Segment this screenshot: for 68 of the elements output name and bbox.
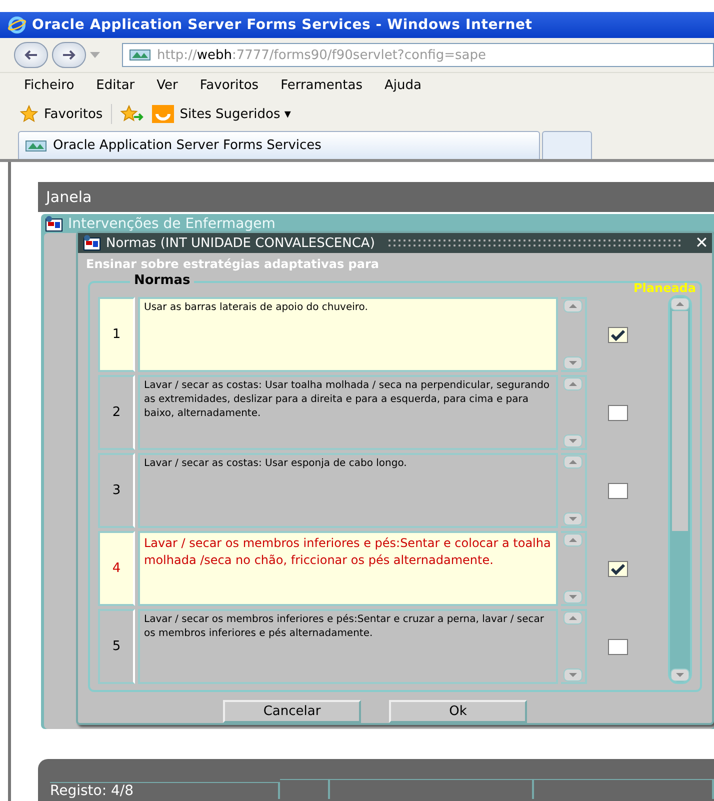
menu-item[interactable]: Favoritos [200,78,259,93]
scroll-down-icon[interactable] [670,668,690,682]
favorites-button[interactable]: Favoritos [20,105,103,123]
menu-item[interactable]: Ficheiro [24,78,74,93]
checkbox[interactable] [608,638,628,654]
row-number: 1 [98,297,135,372]
ok-button[interactable]: Ok [389,700,527,723]
address-field[interactable]: http://webh:7777/forms90/f90servlet?config=sape [122,43,714,67]
menu-item[interactable]: Ferramentas [280,78,363,93]
scroll-up-icon[interactable] [561,455,585,469]
forward-button[interactable] [52,42,86,68]
form-icon [82,235,102,251]
scrollbar[interactable] [561,297,587,372]
row-number: 2 [98,375,135,450]
row-number: 5 [98,609,135,684]
server-icon [25,138,47,152]
scrollbar[interactable] [561,531,587,606]
back-arrow-icon [23,49,39,61]
menu-item[interactable]: Ajuda [384,78,422,93]
cancel-button[interactable]: Cancelar [223,700,361,723]
status-field [280,779,330,799]
scroll-up-icon[interactable] [561,377,585,391]
scroll-down-icon[interactable] [561,434,585,448]
text-field[interactable]: Lavar / secar as costas: Usar toalha molhada / seca na perpendicular, segurando as extremidades, deslizar para a direita e para a esquerda, para cima e para baixo, alternadamente. [138,375,558,450]
checkbox[interactable] [608,482,628,498]
menu-item[interactable]: Janela [38,182,714,212]
scrollbar[interactable] [561,609,587,684]
back-button[interactable] [14,42,48,68]
server-icon [129,48,151,62]
scroll-up-icon[interactable] [561,611,585,625]
status-text: Registo: 4/8 [50,782,280,799]
scroll-up-icon[interactable] [670,297,690,311]
scroll-down-icon[interactable] [561,512,585,526]
web-slice-icon [152,105,174,123]
column-header: Planeada [634,281,696,295]
scroll-down-icon[interactable] [561,668,585,682]
dialog-subtitle: Ensinar sobre estratégias adaptativas para [85,256,380,271]
window-title: Oracle Application Server Forms Services - Windows Internet [0,12,714,38]
checkbox[interactable] [608,404,628,420]
form-icon [44,216,64,232]
browser-icon [8,16,26,34]
row-number: 4 [98,531,135,606]
text-field[interactable]: Usar as barras laterais de apoio do chuveiro. [138,297,558,372]
scrollbar[interactable] [668,295,692,684]
menu-item[interactable]: Editar [96,78,135,93]
scroll-up-icon[interactable] [561,533,585,547]
scroll-down-icon[interactable] [561,356,585,370]
scrollbar[interactable] [561,453,587,528]
suggested-sites-button[interactable]: Sites Sugeridos ▾ [152,105,291,123]
close-button[interactable]: ✕ [695,233,708,253]
add-favorite-icon[interactable] [120,105,144,123]
form-window-title: Intervenções de Enfermagem [68,216,276,232]
text-field[interactable]: Lavar / secar as costas: Usar esponja de cabo longo. [138,453,558,528]
forward-arrow-icon [61,49,77,61]
scrollbar[interactable] [561,375,587,450]
scroll-down-icon[interactable] [561,590,585,604]
star-icon [20,105,38,123]
dropdown-icon[interactable] [90,52,100,58]
scroll-up-icon[interactable] [561,299,585,313]
browser-tab[interactable] [542,131,592,159]
text-field[interactable]: Lavar / secar os membros inferiores e pés:Sentar e cruzar a perna, lavar / secar os membros inferiores e pés alternadamente. [138,609,558,684]
dialog-title: Normas (INT UNIDADE CONVALESCENCA) [106,236,375,250]
text-field[interactable]: Lavar / secar os membros inferiores e pés:Sentar e colocar a toalha molhada /seca no chão, friccionar os pés alternadamente. [138,531,558,606]
checkbox[interactable] [608,326,628,342]
checkbox[interactable] [608,560,628,576]
menu-item[interactable]: Ver [156,78,178,93]
browser-tab[interactable]: Oracle Application Server Forms Services [18,131,540,159]
row-number: 3 [98,453,135,528]
